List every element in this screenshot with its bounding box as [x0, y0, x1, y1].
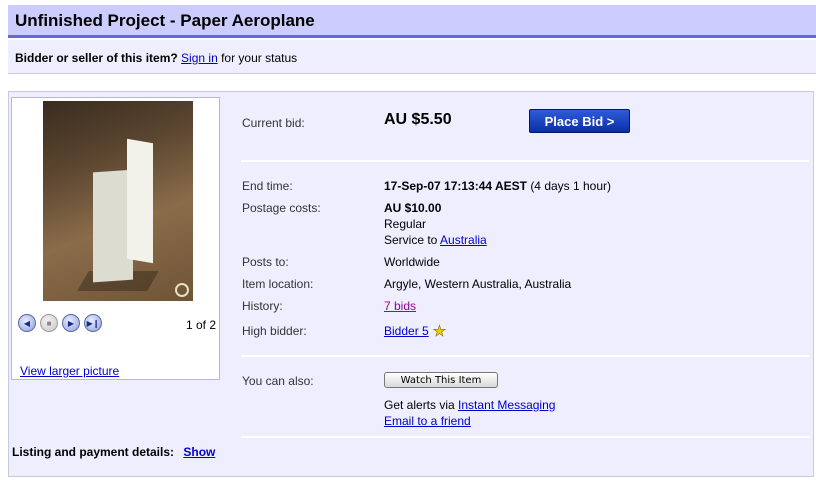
end-time-date: 17-Sep-07 17:13:44 AEST [384, 179, 527, 193]
status-suffix: for your status [221, 51, 298, 65]
place-bid-button[interactable]: Place Bid > [529, 109, 630, 133]
item-location-label: Item location: [242, 277, 314, 291]
listing-show-link[interactable]: Show [183, 445, 215, 459]
postage-service-link[interactable]: Australia [440, 233, 487, 247]
end-time-remaining: (4 days 1 hour) [530, 179, 612, 193]
listing-label: Listing and payment details: [12, 445, 175, 459]
sign-in-link[interactable]: Sign in [181, 51, 218, 65]
end-time-label: End time: [242, 179, 293, 193]
status-prefix: Bidder or seller of this item? [15, 51, 178, 65]
high-bidder-value: Bidder 5 ★ [384, 322, 447, 341]
end-time-value: 17-Sep-07 17:13:44 AEST (4 days 1 hour) [384, 179, 611, 193]
status-bar: Bidder or seller of this item? Sign in f… [8, 40, 816, 74]
page-title: Unfinished Project - Paper Aeroplane [15, 11, 315, 30]
current-bid-amount: AU $5.50 [384, 111, 452, 128]
postage-service-prefix: Service to [384, 233, 438, 247]
high-bidder-link[interactable]: Bidder 5 [384, 324, 429, 338]
posts-to-value: Worldwide [384, 255, 440, 269]
postage-amount: AU $10.00 [384, 201, 441, 215]
current-bid-label: Current bid: [242, 116, 305, 130]
email-friend-link[interactable]: Email to a friend [384, 414, 471, 428]
divider [241, 355, 809, 357]
postage-method: Regular [384, 217, 427, 231]
divider [241, 160, 809, 162]
you-can-also-label: You can also: [242, 374, 314, 388]
history-label: History: [242, 299, 283, 313]
postage-service: Service to Australia [384, 233, 487, 247]
listing-details: Listing and payment details: Show [12, 445, 215, 459]
item-location-value: Argyle, Western Australia, Australia [384, 277, 572, 291]
high-bidder-label: High bidder: [242, 324, 307, 338]
alerts-row: Get alerts via Instant Messaging [384, 398, 555, 412]
item-details: Current bid: AU $5.50 Place Bid > End ti… [9, 92, 815, 478]
instant-messaging-link[interactable]: Instant Messaging [458, 398, 555, 412]
postage-label: Postage costs: [242, 201, 321, 215]
title-bar: Unfinished Project - Paper Aeroplane [8, 5, 816, 38]
divider [241, 436, 809, 438]
posts-to-label: Posts to: [242, 255, 289, 269]
item-panel: ◀ ■ ▶ ▶❙ 1 of 2 View larger picture Curr… [8, 91, 814, 477]
postage-amount-text: AU $10.00 [384, 201, 442, 215]
history-bids-link[interactable]: 7 bids [384, 299, 416, 313]
star-icon: ★ [432, 323, 447, 341]
watch-item-button[interactable]: Watch This Item [384, 372, 498, 388]
alerts-prefix: Get alerts via [384, 398, 455, 412]
